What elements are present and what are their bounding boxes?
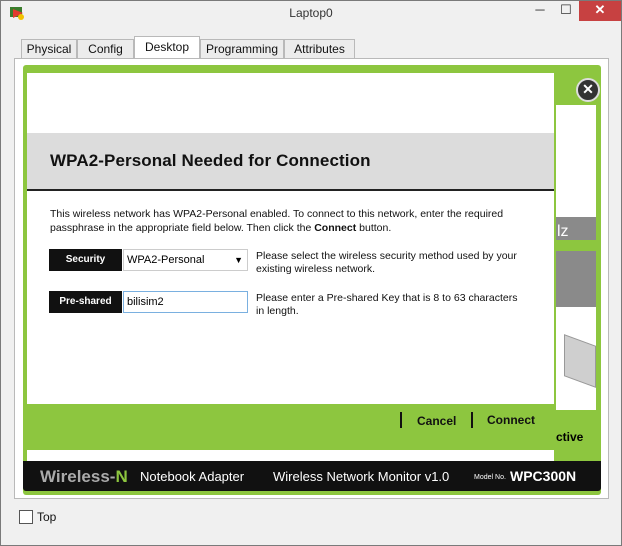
pre-shared-key-input[interactable]: bilisim2: [123, 291, 248, 313]
wireless-monitor-app: lz ctive ✕ WPA2-Personal Needed for Conn…: [23, 65, 601, 495]
title-bar: Laptop0 ─ ☐ ✕: [1, 1, 621, 27]
model-number: WPC300N: [510, 468, 577, 484]
tab-attributes[interactable]: Attributes: [284, 39, 355, 58]
app-footer: Wireless-N Notebook Adapter Wireless Net…: [23, 461, 601, 491]
tab-config[interactable]: Config: [77, 39, 134, 58]
tab-desktop[interactable]: Desktop: [134, 36, 200, 59]
button-divider: [471, 412, 473, 428]
security-label: Security: [49, 249, 122, 271]
close-window-button[interactable]: ✕: [579, 1, 621, 21]
top-checkbox-label: Top: [37, 510, 57, 524]
brand-text: Wireless-: [40, 467, 116, 486]
connect-button[interactable]: Connect: [487, 413, 535, 427]
intro-connect-word: Connect: [314, 222, 357, 234]
intro-text-part: This wireless network has WPA2-Personal …: [50, 208, 504, 234]
close-app-icon[interactable]: ✕: [576, 78, 600, 102]
minimize-button[interactable]: ─: [527, 1, 553, 21]
dialog-button-bar: Cancel Connect: [27, 404, 554, 450]
background-status-text: ctive: [556, 430, 584, 444]
security-help-text: Please select the wireless security meth…: [256, 250, 517, 275]
chevron-down-icon: ▼: [234, 255, 243, 265]
psk-label: Pre-shared Key: [49, 291, 122, 329]
application-window: Laptop0 ─ ☐ ✕ Physical Config Desktop Pr…: [0, 0, 622, 546]
tab-physical[interactable]: Physical: [21, 39, 77, 58]
psk-help-text: Please enter a Pre-shared Key that is 8 …: [256, 292, 518, 317]
background-green-strip: [556, 240, 596, 251]
intro-text-end: button.: [356, 222, 392, 234]
dialog-heading: WPA2-Personal Needed for Connection: [50, 151, 371, 170]
dialog-top-area: [27, 73, 554, 133]
maximize-button[interactable]: ☐: [553, 1, 579, 21]
brand-n-text: N: [115, 467, 128, 486]
desktop-content: lz ctive ✕ WPA2-Personal Needed for Conn…: [14, 58, 609, 499]
model-number-label: Model No.: [474, 474, 506, 481]
tab-programming[interactable]: Programming: [200, 39, 284, 58]
security-select-value: WPA2-Personal: [127, 254, 205, 266]
top-checkbox[interactable]: [19, 510, 33, 524]
background-partial-text: lz: [557, 223, 569, 240]
cancel-button[interactable]: Cancel: [417, 414, 456, 428]
brand-logo: Wireless-N: [40, 467, 128, 487]
button-divider: [400, 412, 402, 428]
dialog-intro-text: This wireless network has WPA2-Personal …: [50, 207, 530, 235]
security-method-select[interactable]: WPA2-Personal ▼: [123, 249, 248, 271]
adapter-name: Notebook Adapter: [140, 469, 245, 484]
monitor-version: Wireless Network Monitor v1.0: [273, 469, 450, 484]
